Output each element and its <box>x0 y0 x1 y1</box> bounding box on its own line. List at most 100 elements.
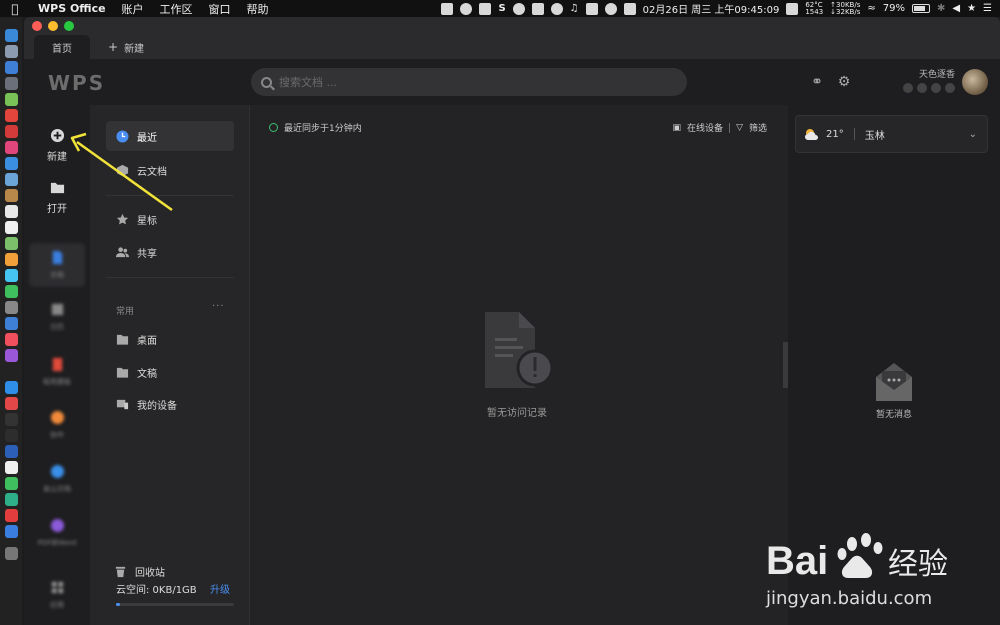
preview-dock-icon[interactable] <box>4 173 18 186</box>
user-avatar[interactable] <box>962 69 988 95</box>
datetime-text[interactable]: 02月26日 周三 上午09:45:09 <box>643 1 780 16</box>
photos-dock-icon[interactable] <box>4 253 18 266</box>
app-pink-dock-icon[interactable] <box>4 141 18 154</box>
weather-widget[interactable]: 21° 玉林 ⌄ <box>795 115 988 153</box>
launchpad-dock-icon[interactable] <box>4 45 18 58</box>
qq-tray-icon[interactable] <box>512 2 525 15</box>
zoom-window-button[interactable] <box>64 21 74 31</box>
headset-icon[interactable]: ⚭ <box>810 75 824 89</box>
s-tray-icon[interactable]: S <box>498 3 505 14</box>
section-more-button[interactable]: ··· <box>212 301 225 312</box>
vivaldi-dock-icon[interactable] <box>4 397 18 410</box>
fox-tray-icon[interactable] <box>441 2 454 15</box>
maps-dock-icon[interactable] <box>4 237 18 250</box>
watermark-url: jingyan.baidu.com <box>766 588 933 609</box>
nav-open-button[interactable]: 打开 <box>29 175 85 219</box>
activity-dock-icon[interactable] <box>4 429 18 442</box>
music-tray-icon[interactable]: ♫ <box>570 3 579 14</box>
app-tray-icon[interactable] <box>531 2 544 15</box>
nav-templates[interactable]: 稻壳模板 <box>29 350 85 394</box>
music-dock-icon[interactable] <box>4 333 18 346</box>
stats-tray-icon[interactable] <box>786 2 799 15</box>
filter-button[interactable]: 筛选 <box>749 121 767 134</box>
message-tray-icon[interactable] <box>585 2 598 15</box>
app-green-dock-icon[interactable] <box>4 493 18 506</box>
volume-icon[interactable]: ◀ <box>952 3 960 14</box>
settings-gear-icon[interactable]: ⚙ <box>837 75 851 89</box>
search-input[interactable] <box>279 75 659 89</box>
camera-dock-icon[interactable] <box>4 301 18 314</box>
search-box[interactable] <box>251 68 687 96</box>
sidebar-item-shared[interactable]: 共享 <box>106 237 234 267</box>
chrome-dock-icon[interactable] <box>4 109 18 122</box>
app-blue-dock-icon[interactable] <box>4 157 18 170</box>
rocket-dock-icon[interactable] <box>4 77 18 90</box>
finder-dock-icon[interactable] <box>4 29 18 42</box>
star-icon[interactable]: ★ <box>967 3 976 14</box>
nav-apps[interactable]: 应用 <box>29 573 85 617</box>
weather-temperature: 21° <box>826 128 844 140</box>
menu-window[interactable]: 窗口 <box>201 1 239 17</box>
menu-app-name[interactable]: WPS Office <box>30 2 114 15</box>
menu-help[interactable]: 帮助 <box>239 1 277 17</box>
battery-icon[interactable] <box>911 4 930 13</box>
trash-dock-icon[interactable] <box>4 547 18 560</box>
sidebar-item-cloud-docs[interactable]: 云文档 <box>106 155 234 185</box>
menu-workspace[interactable]: 工作区 <box>152 1 201 17</box>
baidu-watermark: Bai 经验 jingyan.baidu.com <box>760 520 995 625</box>
wechat-dock-icon[interactable] <box>4 477 18 490</box>
bluetooth-icon[interactable]: ✱ <box>937 3 945 14</box>
calendar-dock-icon[interactable] <box>4 205 18 218</box>
main-content: 最近同步于1分钟内 ▣ 在线设备 ▽ 筛选 暂无访问记录 <box>251 105 783 625</box>
globe-tray-icon[interactable] <box>550 2 563 15</box>
calendar-tray-icon[interactable] <box>623 2 636 15</box>
clock-tray-icon[interactable] <box>604 2 617 15</box>
nav-collab[interactable]: 协作 <box>29 403 85 447</box>
online-devices-button[interactable]: 在线设备 <box>687 121 723 134</box>
nav-calendar[interactable]: 日历 <box>29 295 85 339</box>
facetime-dock-icon[interactable] <box>4 285 18 298</box>
no-message-state: 暂无消息 <box>788 359 1000 420</box>
appstore-dock-icon[interactable] <box>4 381 18 394</box>
upgrade-link[interactable]: 升级 <box>210 581 230 596</box>
android-dock-icon[interactable] <box>4 93 18 106</box>
close-window-button[interactable] <box>32 21 42 31</box>
sidebar-item-recent[interactable]: 最近 <box>106 121 234 151</box>
sidebar-item-starred[interactable]: 星标 <box>106 204 234 234</box>
sidebar-item-documents[interactable]: 文稿 <box>106 357 234 387</box>
nav-documents[interactable]: 文档 <box>29 243 85 287</box>
tv-dock-icon[interactable] <box>4 365 18 378</box>
sidebar-item-desktop[interactable]: 桌面 <box>106 324 234 354</box>
download-tray-icon[interactable] <box>479 2 492 15</box>
menu-icon[interactable]: ☰ <box>983 3 992 14</box>
messages-dock-icon[interactable] <box>4 269 18 282</box>
new-tab-button[interactable]: + 新建 <box>90 35 162 59</box>
minimize-window-button[interactable] <box>48 21 58 31</box>
menu-account[interactable]: 账户 <box>114 1 152 17</box>
battery-percent[interactable]: 79% <box>883 3 905 14</box>
app-red-dock-icon[interactable] <box>4 125 18 138</box>
sync-tray-icon[interactable] <box>460 2 473 15</box>
notes-dock-icon[interactable] <box>4 221 18 234</box>
wifi-icon[interactable]: ≈ <box>867 3 875 14</box>
netease-dock-icon[interactable] <box>4 509 18 522</box>
plus-icon: + <box>108 40 119 54</box>
wps-dock-icon[interactable] <box>4 525 18 538</box>
yandex-dock-icon[interactable] <box>4 461 18 474</box>
app-brown-dock-icon[interactable] <box>4 189 18 202</box>
nav-kdocs[interactable]: 金山文档 <box>29 457 85 501</box>
safari-dock-icon[interactable] <box>4 61 18 74</box>
username[interactable]: 天色逐香 <box>919 67 955 80</box>
podcasts-dock-icon[interactable] <box>4 349 18 362</box>
chevron-down-icon[interactable]: ⌄ <box>969 129 977 140</box>
nav-pdf-to-word[interactable]: PDF转Word <box>29 511 85 555</box>
tab-home[interactable]: 首页 <box>34 35 90 59</box>
sidebar-item-my-device[interactable]: 我的设备 <box>106 389 234 419</box>
nav-new-button[interactable]: 新建 <box>29 123 85 167</box>
calendar-icon <box>51 303 63 316</box>
vpn-dock-icon[interactable] <box>4 445 18 458</box>
keynote-dock-icon[interactable] <box>4 317 18 330</box>
divider <box>729 122 731 133</box>
apple-menu-icon[interactable]:  <box>0 2 30 16</box>
terminal-dock-icon[interactable] <box>4 413 18 426</box>
